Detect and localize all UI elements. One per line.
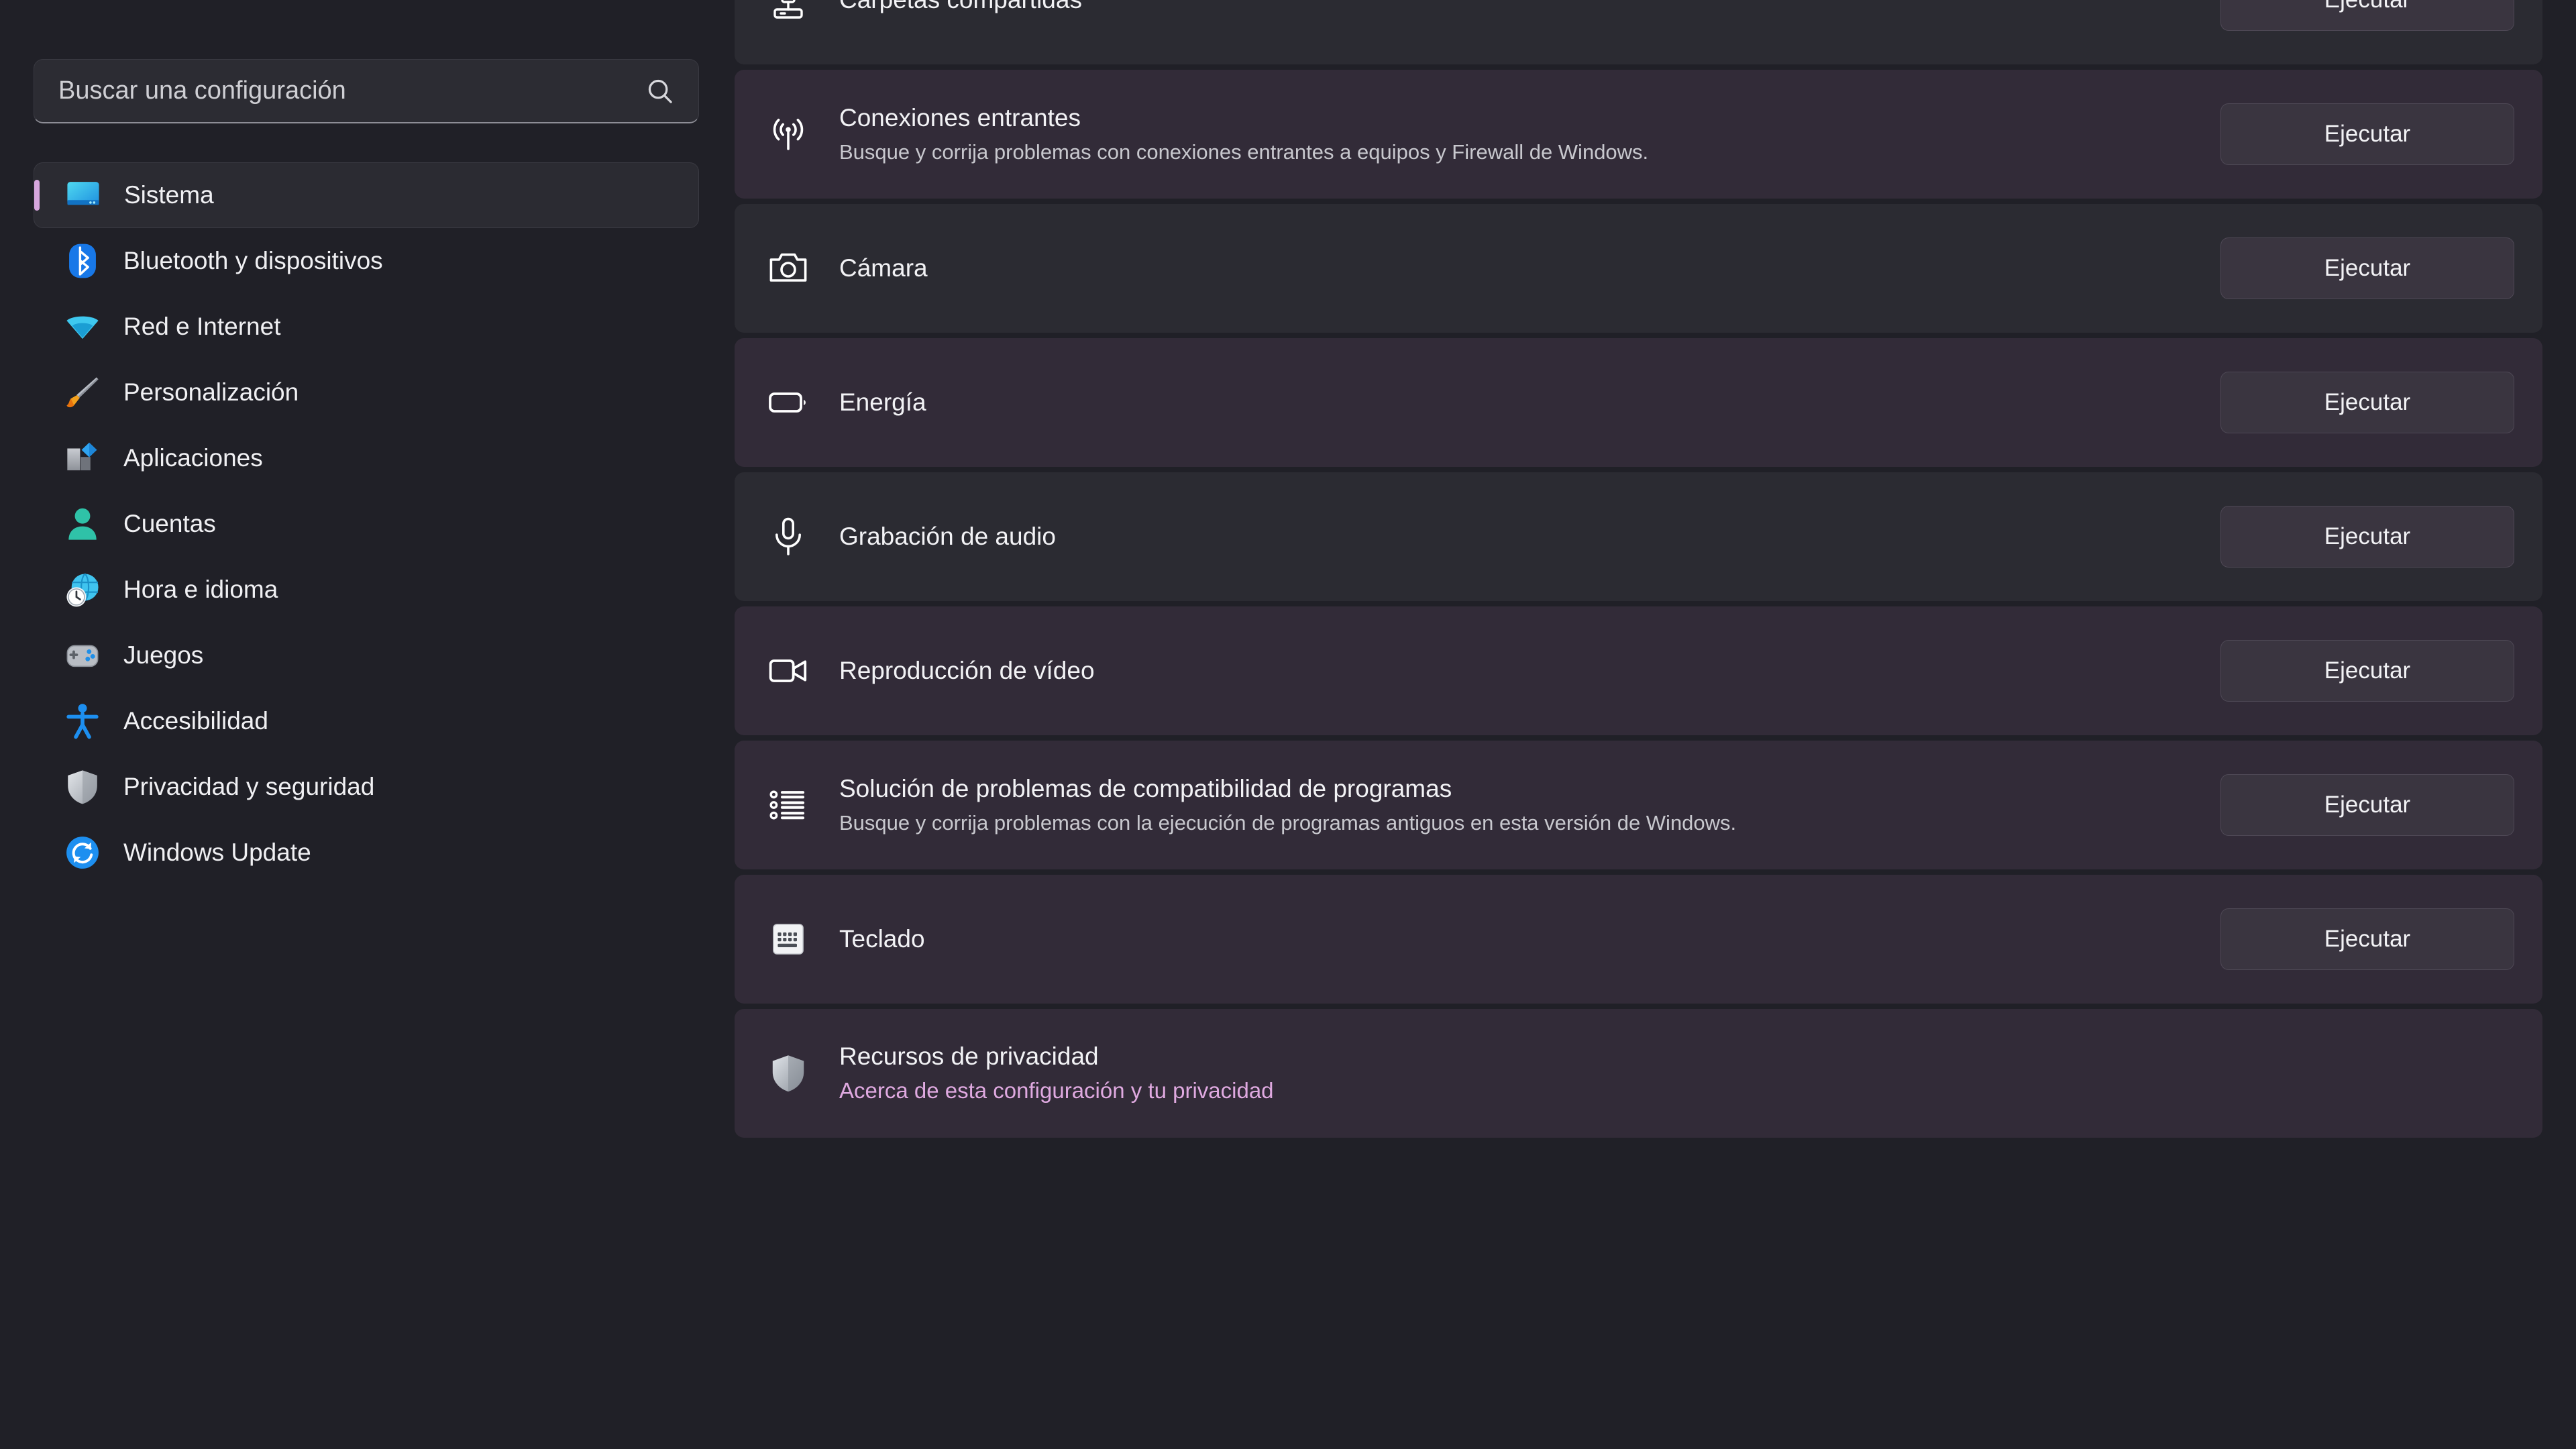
gamepad-icon	[63, 636, 102, 675]
troubleshooter-text: Grabación de audio	[839, 523, 2220, 551]
apps-icon	[63, 439, 102, 478]
microphone-icon	[767, 515, 810, 558]
sidebar-item-label: Hora e idioma	[123, 576, 278, 603]
camera-icon	[767, 247, 810, 290]
troubleshooter-title: Cámara	[839, 254, 928, 282]
run-button[interactable]: Ejecutar	[2220, 908, 2514, 970]
troubleshooter-text: Energía	[839, 388, 2220, 417]
broadcast-icon	[767, 113, 810, 156]
sidebar-item-cuentas[interactable]: Cuentas	[34, 491, 699, 557]
privacy-link[interactable]: Acerca de esta configuración y tu privac…	[839, 1077, 2514, 1104]
troubleshooter-row: Conexiones entrantes Busque y corrija pro…	[735, 70, 2542, 199]
sidebar-item-label: Privacidad y seguridad	[123, 773, 375, 800]
sidebar-item-personalizaci-n[interactable]: Personalización	[34, 360, 699, 425]
sidebar-item-windows-update[interactable]: Windows Update	[34, 820, 699, 885]
paintbrush-icon	[63, 373, 102, 412]
troubleshooter-text: Carpetas compartidas	[839, 0, 2220, 14]
sidebar-item-label: Aplicaciones	[123, 444, 263, 472]
sidebar-nav-list: Sistema Bluetooth y dispositivos Red e Int…	[0, 162, 731, 885]
monitor-icon	[64, 176, 103, 215]
sidebar-item-label: Windows Update	[123, 839, 311, 866]
sidebar-item-label: Juegos	[123, 641, 204, 669]
accessibility-icon	[63, 702, 102, 741]
sidebar-item-label: Accesibilidad	[123, 707, 268, 735]
sidebar-item-accesibilidad[interactable]: Accesibilidad	[34, 688, 699, 754]
sidebar-item-hora-e-idioma[interactable]: Hora e idioma	[34, 557, 699, 623]
list-icon	[767, 784, 810, 826]
troubleshooter-text: Conexiones entrantes Busque y corrija pro…	[839, 104, 2220, 164]
troubleshooter-text: Reproducción de vídeo	[839, 657, 2220, 686]
sidebar-item-label: Personalización	[123, 378, 299, 406]
run-button[interactable]: Ejecutar	[2220, 506, 2514, 568]
troubleshooter-text: Solución de problemas de compatibilidad …	[839, 775, 2220, 835]
settings-window: Sistema Bluetooth y dispositivos Red e Int…	[0, 0, 2576, 1449]
shield-icon	[63, 767, 102, 806]
server-share-icon	[767, 0, 810, 21]
sidebar-item-aplicaciones[interactable]: Aplicaciones	[34, 425, 699, 491]
troubleshooter-title: Recursos de privacidad	[839, 1042, 1099, 1070]
sidebar-item-label: Sistema	[124, 181, 214, 209]
troubleshooter-title: Solución de problemas de compatibilidad …	[839, 775, 1452, 803]
troubleshooter-row: Recursos de privacidad Acerca de esta con…	[735, 1009, 2542, 1138]
troubleshooter-title: Grabación de audio	[839, 522, 1056, 550]
bluetooth-icon	[63, 241, 102, 280]
sidebar-item-label: Bluetooth y dispositivos	[123, 247, 383, 274]
video-icon	[767, 649, 810, 692]
search-box[interactable]	[34, 59, 699, 123]
troubleshooter-row: Energía Ejecutar	[735, 338, 2542, 467]
troubleshooter-title: Carpetas compartidas	[839, 0, 2220, 14]
troubleshooter-title: Conexiones entrantes	[839, 104, 1081, 132]
privacy-shield-icon	[767, 1052, 810, 1095]
search-container	[34, 59, 699, 123]
sidebar-item-sistema[interactable]: Sistema	[34, 162, 699, 228]
update-icon	[63, 833, 102, 872]
run-button[interactable]: Ejecutar	[2220, 640, 2514, 702]
clock-globe-icon	[63, 570, 102, 609]
sidebar-item-bluetooth-y-dispositivos[interactable]: Bluetooth y dispositivos	[34, 228, 699, 294]
troubleshooter-row: Teclado Ejecutar	[735, 875, 2542, 1004]
search-input[interactable]	[58, 76, 645, 105]
run-button[interactable]: Ejecutar	[2220, 774, 2514, 836]
troubleshooter-text: Teclado	[839, 925, 2220, 954]
main-content: Carpetas compartidasEjecutarConexiones e…	[731, 0, 2576, 1449]
person-icon	[63, 504, 102, 543]
search-icon[interactable]	[645, 76, 676, 107]
troubleshooter-text: Cámara	[839, 254, 2220, 283]
sidebar-item-label: Cuentas	[123, 510, 216, 537]
sidebar-item-juegos[interactable]: Juegos	[34, 623, 699, 688]
troubleshooter-row: Solución de problemas de compatibilidad …	[735, 741, 2542, 869]
troubleshooter-title: Reproducción de vídeo	[839, 656, 1095, 684]
troubleshooter-description: Busque y corrija problemas con conexione…	[839, 140, 1649, 164]
navigation-sidebar: Sistema Bluetooth y dispositivos Red e Int…	[0, 0, 731, 1449]
troubleshooter-title: Energía	[839, 388, 926, 416]
keyboard-icon	[767, 918, 810, 961]
troubleshooter-text: Recursos de privacidad Acerca de esta con…	[839, 1042, 2514, 1104]
troubleshooter-row: Carpetas compartidasEjecutar	[735, 0, 2542, 64]
troubleshooter-row: Grabación de audio Ejecutar	[735, 472, 2542, 601]
troubleshooter-row: Reproducción de vídeo Ejecutar	[735, 606, 2542, 735]
battery-icon	[767, 381, 810, 424]
run-button[interactable]: Ejecutar	[2220, 0, 2514, 31]
run-button[interactable]: Ejecutar	[2220, 103, 2514, 165]
sidebar-item-red-e-internet[interactable]: Red e Internet	[34, 294, 699, 360]
sidebar-item-label: Red e Internet	[123, 313, 281, 340]
run-button[interactable]: Ejecutar	[2220, 237, 2514, 299]
wifi-icon	[63, 307, 102, 346]
sidebar-item-privacidad-y-seguridad[interactable]: Privacidad y seguridad	[34, 754, 699, 820]
run-button[interactable]: Ejecutar	[2220, 372, 2514, 433]
troubleshooter-list: Carpetas compartidasEjecutarConexiones e…	[735, 0, 2542, 1138]
troubleshooter-description: Busque y corrija problemas con la ejecuc…	[839, 810, 1737, 835]
troubleshooter-row: Cámara Ejecutar	[735, 204, 2542, 333]
troubleshooter-title: Teclado	[839, 924, 925, 953]
